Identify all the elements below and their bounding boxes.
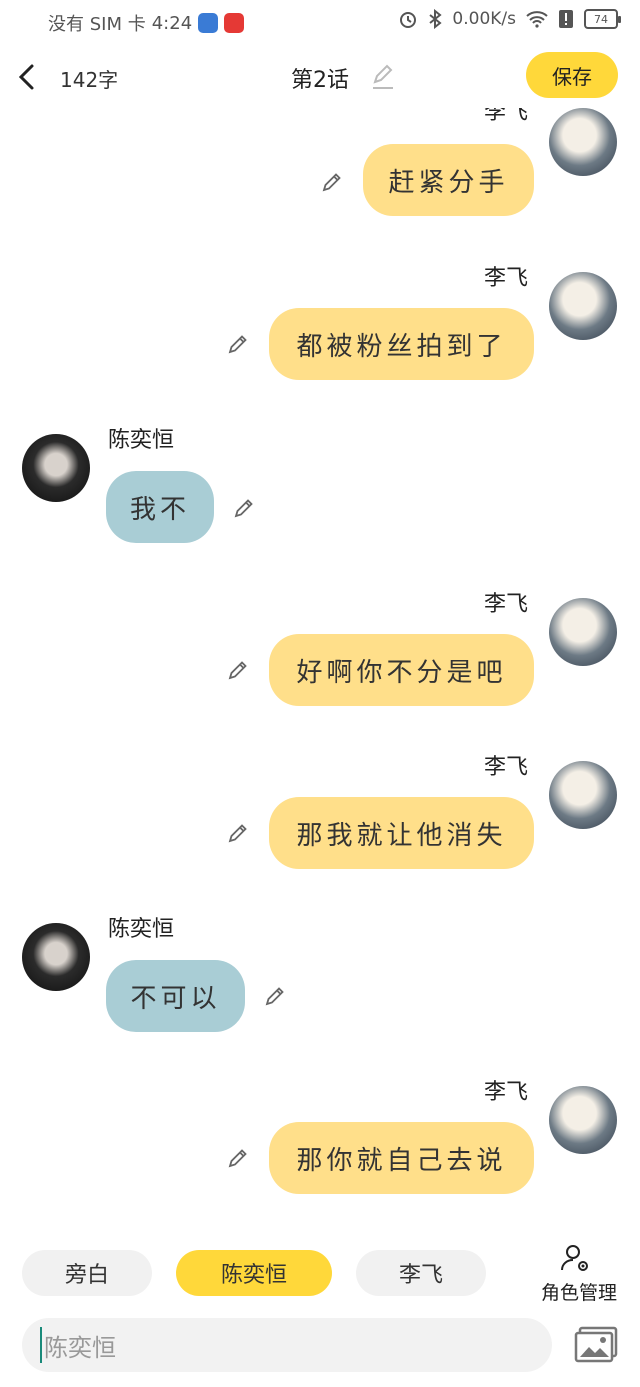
message-bubble[interactable]: 那你就自己去说 bbox=[269, 1122, 534, 1194]
clock-text: 4:24 bbox=[151, 12, 193, 34]
battery-icon: 74 bbox=[584, 9, 621, 29]
input-row: 陈奕恒 bbox=[0, 1316, 640, 1376]
message-bubble[interactable]: 都被粉丝拍到了 bbox=[269, 308, 534, 380]
edit-message-pencil-icon[interactable] bbox=[226, 332, 250, 356]
edit-message-pencil-icon[interactable] bbox=[226, 1146, 250, 1170]
text-cursor bbox=[40, 1327, 42, 1363]
editor-header: 142字 第2话 保存 bbox=[0, 48, 640, 108]
insert-image-icon[interactable] bbox=[574, 1326, 618, 1364]
chat-scroll-area[interactable]: 李飞 赶紧分手 李飞 都被粉丝拍到了 陈奕恒 我不 李飞 好啊你不分是吧 李飞 … bbox=[0, 108, 640, 1238]
speaker-name: 陈奕恒 bbox=[108, 917, 175, 942]
status-bar: 没有 SIM 卡 4:24 0.00K/s 74 bbox=[0, 0, 640, 42]
word-count: 142字 bbox=[60, 68, 119, 92]
role-li-button[interactable]: 李飞 bbox=[356, 1250, 486, 1296]
speaker-name: 李飞 bbox=[484, 1080, 529, 1105]
message-bubble[interactable]: 好啊你不分是吧 bbox=[269, 634, 534, 706]
speaker-name: 李飞 bbox=[484, 755, 529, 780]
role-selector-bar: 旁白 陈奕恒 李飞 角色管理 bbox=[0, 1240, 640, 1306]
edit-message-pencil-icon[interactable] bbox=[232, 496, 256, 520]
speaker-name: 李飞 bbox=[484, 266, 529, 291]
message-bubble[interactable]: 那我就让他消失 bbox=[269, 797, 534, 869]
edit-title-pencil-icon[interactable] bbox=[370, 62, 396, 90]
notification-app-icon bbox=[198, 13, 219, 33]
alert-icon bbox=[559, 10, 573, 28]
battery-level: 74 bbox=[594, 12, 608, 26]
save-button[interactable]: 保存 bbox=[526, 52, 618, 98]
message-input[interactable]: 陈奕恒 bbox=[22, 1318, 552, 1372]
message-bubble[interactable]: 我不 bbox=[106, 471, 214, 543]
net-speed-text: 0.00K/s bbox=[452, 9, 516, 29]
avatar-chen-yiheng[interactable] bbox=[22, 923, 90, 991]
speaker-name: 李飞 bbox=[484, 592, 529, 617]
speaker-name: 李飞 bbox=[484, 108, 529, 125]
status-right: 0.00K/s 74 bbox=[398, 9, 621, 29]
alarm-icon bbox=[400, 12, 417, 28]
edit-message-pencil-icon[interactable] bbox=[320, 170, 344, 194]
avatar-li-fei[interactable] bbox=[549, 1086, 617, 1154]
status-left: 没有 SIM 卡 4:24 bbox=[48, 10, 245, 36]
speaker-name: 陈奕恒 bbox=[108, 428, 175, 453]
avatar-li-fei[interactable] bbox=[549, 761, 617, 829]
role-manage-label: 角色管理 bbox=[540, 1282, 617, 1304]
avatar-chen-yiheng[interactable] bbox=[22, 434, 90, 502]
role-chen-button[interactable]: 陈奕恒 bbox=[176, 1250, 332, 1296]
carrier-text: 没有 SIM 卡 bbox=[48, 14, 146, 35]
back-arrow-icon[interactable] bbox=[12, 60, 42, 94]
role-manage-button[interactable]: 角色管理 bbox=[536, 1242, 622, 1304]
role-settings-icon bbox=[561, 1245, 588, 1271]
edit-message-pencil-icon[interactable] bbox=[263, 984, 287, 1008]
avatar-li-fei[interactable] bbox=[549, 272, 617, 340]
role-narration-button[interactable]: 旁白 bbox=[22, 1250, 152, 1296]
message-bubble[interactable]: 赶紧分手 bbox=[363, 144, 534, 216]
avatar-li-fei[interactable] bbox=[549, 108, 617, 176]
avatar-li-fei[interactable] bbox=[549, 598, 617, 666]
wifi-icon bbox=[526, 11, 548, 28]
edit-message-pencil-icon[interactable] bbox=[226, 658, 250, 682]
notification-store-icon bbox=[224, 13, 245, 33]
message-bubble[interactable]: 不可以 bbox=[106, 960, 245, 1032]
bluetooth-icon bbox=[429, 9, 443, 29]
edit-message-pencil-icon[interactable] bbox=[226, 821, 250, 845]
input-placeholder: 陈奕恒 bbox=[44, 1333, 116, 1362]
